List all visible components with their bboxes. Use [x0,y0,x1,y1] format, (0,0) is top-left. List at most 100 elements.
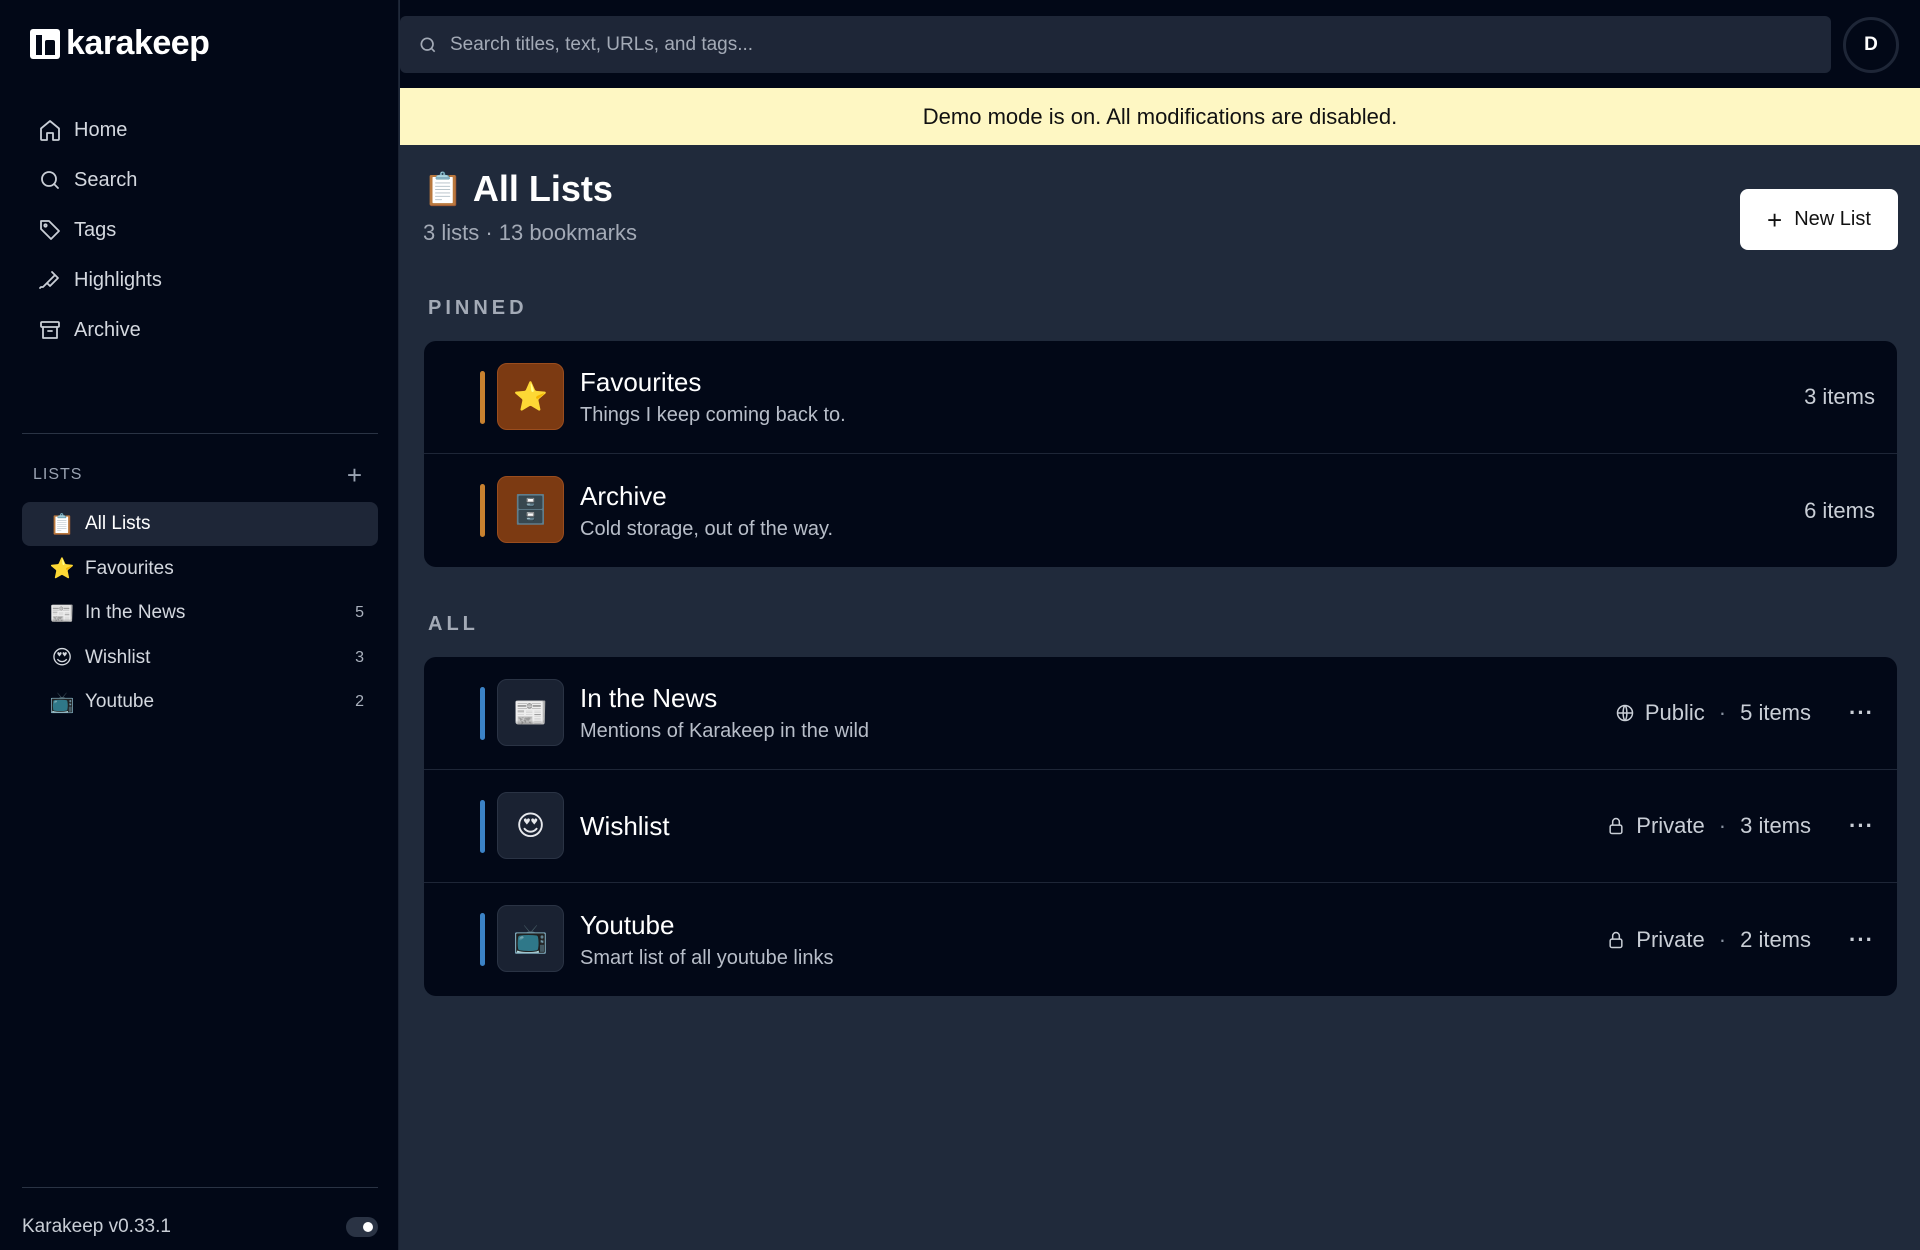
list-item-count: 5 items [1740,700,1812,725]
nav-label: Home [74,118,128,141]
list-description: Mentions of Karakeep in the wild [580,720,870,742]
list-meta: Private · 2 items ··· [1606,927,1874,953]
nav-item-highlights[interactable]: Highlights [22,255,378,305]
lock-icon [1609,817,1623,835]
globe-icon [1616,704,1634,722]
topbar: D [400,0,1920,88]
star-icon: ⭐ [49,558,75,580]
list-item-count: 3 items [1740,813,1812,838]
heart-eyes-icon: 😍 [51,647,73,669]
sidebar-footer: Karakeep v0.33.1 [22,1187,378,1247]
section-label-pinned: PINNED [428,297,528,319]
sidebar-list-all-lists[interactable]: 📋 All Lists [22,502,378,546]
more-options-icon[interactable]: ··· [1849,927,1874,953]
list-color-bar [480,913,485,966]
theme-toggle[interactable] [346,1216,378,1237]
list-row-youtube[interactable]: 📺 Youtube Smart list of all youtube link… [424,883,1897,996]
clipboard-icon: 📋 [49,513,75,536]
list-row-text: In the News Mentions of Karakeep in the … [580,683,869,743]
list-meta: 3 items [1804,384,1875,410]
highlighter-icon [39,271,59,289]
nav-item-search[interactable]: Search [22,155,378,205]
new-list-button[interactable]: + New List [1740,189,1898,250]
list-row-in-the-news[interactable]: 📰 In the News Mentions of Karakeep in th… [424,657,1897,770]
separator-dot: · [1718,700,1727,725]
sidebar-list-wishlist[interactable]: 😍 Wishlist 3 [22,636,378,680]
separator-dot: · [1718,926,1727,952]
add-list-icon[interactable]: + [347,462,363,488]
sidebar: karakeep Home Search Tags Highlights Arc… [0,0,399,1250]
sidebar-list-in-the-news[interactable]: 📰 In the News 5 [22,591,378,635]
list-row-wishlist[interactable]: 😍 Wishlist Private · 3 items ··· [424,770,1897,883]
list-name: Youtube [580,909,675,940]
sidebar-list-label: Wishlist [85,646,151,668]
all-lists-card: 📰 In the News Mentions of Karakeep in th… [424,657,1897,996]
logo-text: karakeep [66,24,210,62]
sidebar-list-youtube[interactable]: 📺 Youtube 2 [22,680,378,724]
lists-header: LISTS + [33,462,363,488]
pinned-lists-card: ⭐ Favourites Things I keep coming back t… [424,341,1897,567]
nav-item-archive[interactable]: Archive [22,305,378,355]
section-label-all: ALL [428,613,479,635]
list-name: Favourites [580,367,702,397]
sidebar-list-label: All Lists [85,513,151,534]
logo-mark-icon [30,28,60,59]
search-icon [420,37,436,52]
list-item-count: 2 items [1740,926,1812,952]
sidebar-list-count: 5 [355,604,364,621]
new-list-label: New List [1794,208,1871,230]
list-name: Wishlist [580,810,670,841]
clipboard-icon: 📋 [423,171,463,207]
nav-item-tags[interactable]: Tags [22,205,378,255]
home-icon [40,120,60,141]
list-meta: Private · 3 items ··· [1606,813,1874,839]
lists-header-label: LISTS [33,466,83,483]
lock-icon [1609,931,1623,948]
list-row-favourites[interactable]: ⭐ Favourites Things I keep coming back t… [424,341,1897,454]
list-row-text: Youtube Smart list of all youtube links [580,910,833,970]
page-title-text: All Lists [472,168,613,209]
star-icon: ⭐ [497,363,564,430]
demo-mode-banner: Demo mode is on. All modifications are d… [400,88,1920,145]
archive-icon [40,321,60,339]
separator-dot: · [1718,813,1727,838]
sidebar-list-favourites[interactable]: ⭐ Favourites [22,547,378,591]
sidebar-lists: 📋 All Lists ⭐ Favourites 📰 In the News 5… [22,502,378,725]
list-color-bar [480,800,485,853]
list-visibility: Private [1636,926,1705,952]
file-cabinet-icon: 🗄️ [497,476,564,543]
app-version: Karakeep v0.33.1 [22,1215,171,1237]
sidebar-divider [22,433,378,434]
page-subtitle: 3 lists · 13 bookmarks [423,220,637,245]
user-avatar[interactable]: D [1843,17,1899,73]
heart-eyes-icon: 😍 [497,792,564,859]
logo[interactable]: karakeep [30,24,210,63]
page-title: 📋 All Lists [423,168,613,210]
main-nav: Home Search Tags Highlights Archive [22,105,378,355]
list-description: Smart list of all youtube links [580,946,834,969]
list-meta: 6 items [1804,498,1875,524]
more-options-icon[interactable]: ··· [1849,813,1874,839]
list-color-bar [480,484,485,537]
list-visibility: Public [1644,700,1705,725]
more-options-icon[interactable]: ··· [1849,700,1874,726]
list-visibility: Private [1636,813,1705,838]
nav-label: Archive [74,318,141,341]
search-input[interactable] [450,33,1750,56]
list-row-text: Favourites Things I keep coming back to. [580,367,846,427]
sidebar-list-label: Youtube [85,691,155,712]
list-row-archive[interactable]: 🗄️ Archive Cold storage, out of the way.… [424,454,1897,567]
search-icon [41,171,59,189]
tv-icon: 📺 [49,691,75,714]
list-color-bar [480,371,485,424]
list-name: Archive [580,480,667,511]
nav-label: Search [74,168,138,191]
nav-item-home[interactable]: Home [22,105,378,155]
list-row-text: Wishlist [580,811,670,842]
list-row-text: Archive Cold storage, out of the way. [580,481,833,541]
nav-label: Tags [74,218,117,241]
sidebar-list-count: 3 [355,648,364,666]
sidebar-list-label: Favourites [85,557,174,579]
list-item-count: 6 items [1804,497,1875,523]
nav-label: Highlights [74,268,162,291]
